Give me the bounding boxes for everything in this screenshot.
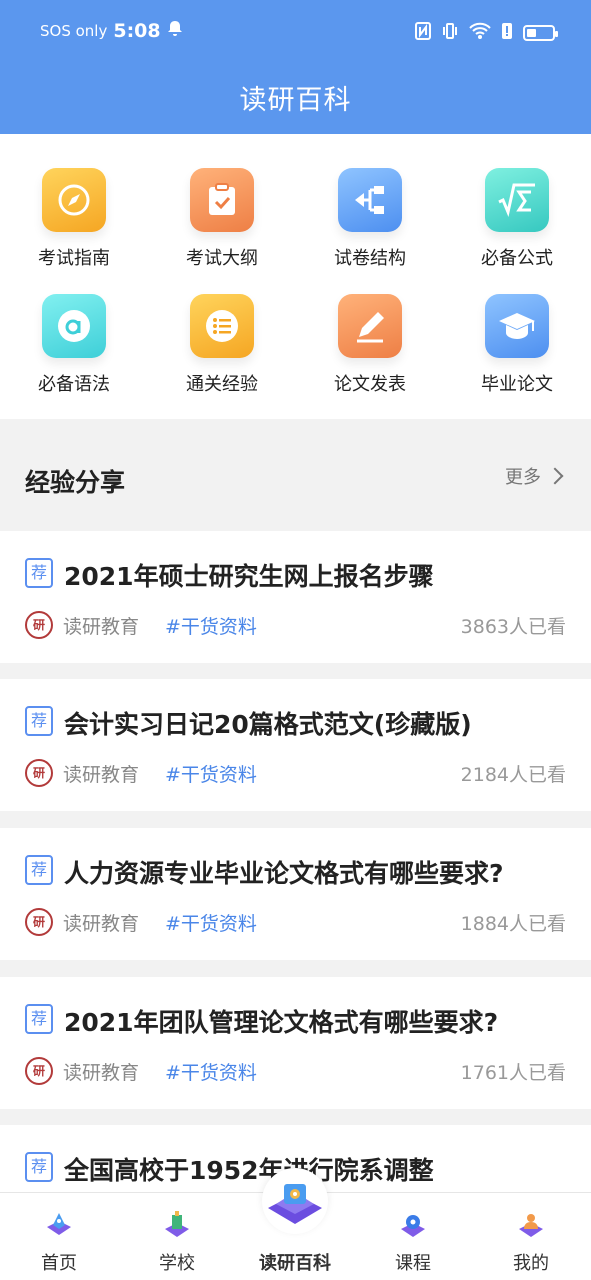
grid-item-thesis[interactable]: 毕业论文 [443,294,591,414]
recommend-badge: 荐 [25,1004,53,1034]
article-tag[interactable]: #干货资料 [165,909,257,936]
article-views: 2184人已看 [460,764,566,786]
battery-icon [523,25,558,41]
article-card[interactable]: 荐 人力资源专业毕业论文格式有哪些要求? 研 读研教育 #干货资料 1884人已… [0,828,591,960]
article-author: 读研教育 [63,1062,140,1084]
article-meta: 研 读研教育 #干货资料 1884人已看 [25,908,566,936]
grid-item-label: 论文发表 [334,374,406,395]
author-logo-icon: 研 [25,611,53,639]
article-tag[interactable]: #干货资料 [165,612,257,639]
article-meta: 研 读研教育 #干货资料 1761人已看 [25,1057,566,1085]
grid-item-exam-outline[interactable]: 考试大纲 [148,168,296,288]
compass-icon [42,168,106,232]
article-title: 全国高校于1952年进行院系调整 [64,1156,434,1185]
letter-a-icon [42,294,106,358]
app-header: SOS only 5:08 读研百科 [0,0,591,134]
grid-item-label: 考试指南 [38,248,110,269]
author-logo-icon: 研 [25,908,53,936]
author-logo-icon: 研 [25,759,53,787]
nav-profile[interactable]: 我的 [472,1193,590,1280]
article-card[interactable]: 荐 会计实习日记20篇格式范文(珍藏版) 研 读研教育 #干货资料 2184人已… [0,679,591,811]
pencil-icon [338,294,402,358]
grid-item-publish[interactable]: 论文发表 [296,294,444,414]
school-icon [162,1209,192,1239]
more-link[interactable]: 更多 [505,463,564,489]
nav-home[interactable]: 首页 [0,1193,118,1280]
category-grid: 考试指南 考试大纲 试卷结构 必备公式 必备语法 通关经验 论文发表 毕业论文 [0,134,591,419]
sos-text: SOS only [40,22,108,40]
nav-label: 学校 [159,1253,195,1274]
bell-icon [167,20,183,42]
course-icon [398,1209,428,1239]
grid-item-formulas[interactable]: 必备公式 [443,168,591,288]
article-card[interactable]: 荐 2021年团队管理论文格式有哪些要求? 研 读研教育 #干货资料 1761人… [0,977,591,1109]
article-title: 2021年硕士研究生网上报名步骤 [64,562,434,591]
article-title: 2021年团队管理论文格式有哪些要求? [64,1008,499,1037]
home-icon [44,1209,74,1239]
nav-label: 课程 [395,1253,431,1274]
wifi-icon [469,22,491,44]
grid-item-paper-structure[interactable]: 试卷结构 [296,168,444,288]
grid-item-label: 试卷结构 [334,248,406,269]
grid-item-label: 通关经验 [186,374,258,395]
grid-item-label: 必备公式 [481,248,553,269]
article-views: 1761人已看 [460,1062,566,1084]
article-author: 读研教育 [63,616,140,638]
structure-icon [338,168,402,232]
article-tag[interactable]: #干货资料 [165,1058,257,1085]
section-title: 经验分享 [25,468,126,497]
nav-label: 首页 [41,1253,77,1274]
profile-icon [516,1209,546,1239]
clipboard-icon [190,168,254,232]
recommend-badge: 荐 [25,558,53,588]
article-meta: 研 读研教育 #干货资料 3863人已看 [25,611,566,639]
author-logo-icon: 研 [25,1057,53,1085]
recommend-badge: 荐 [25,1152,53,1182]
nav-course[interactable]: 课程 [354,1193,472,1280]
recommend-badge: 荐 [25,855,53,885]
article-views: 1884人已看 [460,913,566,935]
chevron-right-icon [546,467,564,485]
nav-label: 读研百科 [259,1253,331,1274]
nav-school[interactable]: 学校 [118,1193,236,1280]
encyclopedia-icon[interactable] [262,1168,328,1234]
article-author: 读研教育 [63,913,140,935]
grid-item-label: 必备语法 [38,374,110,395]
article-meta: 研 读研教育 #干货资料 2184人已看 [25,759,566,787]
article-card[interactable]: 荐 2021年硕士研究生网上报名步骤 研 读研教育 #干货资料 3863人已看 [0,531,591,663]
nav-label: 我的 [513,1253,549,1274]
article-tag[interactable]: #干货资料 [165,760,257,787]
graduation-cap-icon [485,294,549,358]
grid-item-label: 考试大纲 [186,248,258,269]
grid-item-label: 毕业论文 [481,374,553,395]
vibrate-icon [441,22,459,44]
article-title: 会计实习日记20篇格式范文(珍藏版) [64,710,472,739]
page-title: 读研百科 [239,85,352,116]
more-label: 更多 [505,467,541,488]
article-title: 人力资源专业毕业论文格式有哪些要求? [64,859,504,888]
article-views: 3863人已看 [460,616,566,638]
article-author: 读研教育 [63,764,140,786]
grid-item-experience[interactable]: 通关经验 [148,294,296,414]
alert-icon [501,22,513,44]
recommend-badge: 荐 [25,706,53,736]
nfc-icon [415,22,431,44]
list-icon [190,294,254,358]
grid-item-exam-guide[interactable]: 考试指南 [0,168,148,288]
experience-section-header: 经验分享 更多 [0,419,591,529]
clock: 5:08 [113,20,161,42]
status-bar: SOS only 5:08 [0,18,591,48]
formula-icon [485,168,549,232]
grid-item-grammar[interactable]: 必备语法 [0,294,148,414]
